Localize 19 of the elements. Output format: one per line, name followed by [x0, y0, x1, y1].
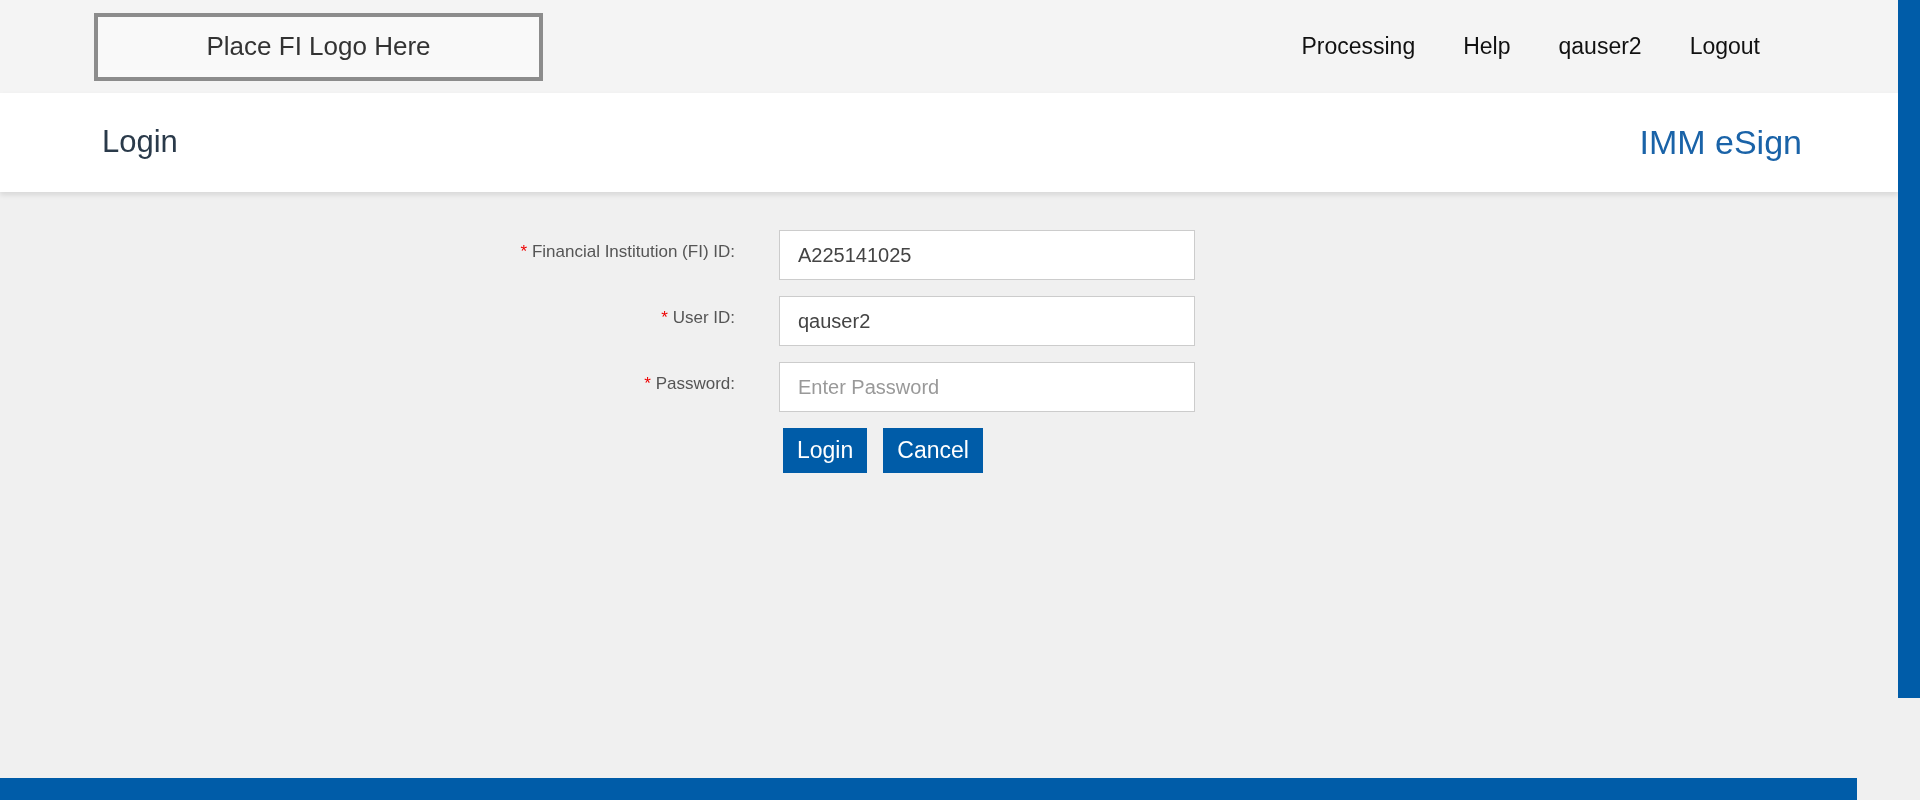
- nav-link[interactable]: Help: [1463, 29, 1511, 64]
- input-field[interactable]: Enter Password: [779, 362, 1195, 412]
- page-title: Login: [102, 123, 178, 162]
- nav-link[interactable]: Logout: [1689, 29, 1760, 64]
- required-mark: *: [661, 308, 668, 327]
- app-name: IMM eSign: [1639, 122, 1802, 163]
- field-label: User ID:: [672, 308, 735, 327]
- nav-link[interactable]: qauser2: [1558, 29, 1642, 64]
- field-label: Password:: [655, 374, 735, 393]
- required-mark: *: [520, 242, 528, 261]
- field-label: Financial Institution (FI) ID:: [531, 242, 735, 261]
- required-mark: *: [644, 374, 651, 393]
- logo-text: Place FI Logo Here: [206, 30, 431, 63]
- form-button[interactable]: Login: [783, 428, 868, 473]
- form-button[interactable]: Cancel: [883, 428, 983, 473]
- nav-link[interactable]: Processing: [1301, 29, 1416, 64]
- input-field[interactable]: qauser2: [779, 296, 1195, 346]
- input-field[interactable]: A225141025: [779, 230, 1195, 280]
- scrollbar[interactable]: [1898, 0, 1920, 698]
